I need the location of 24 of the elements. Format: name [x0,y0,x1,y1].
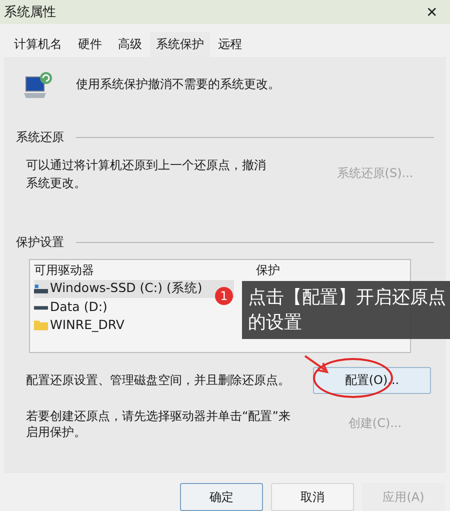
restore-description: 可以通过将计算机还原到上一个还原点，撤消系统更改。 [26,156,267,192]
drive-row[interactable]: WINRE_DRV [34,316,234,334]
drive-name: Windows-SSD (C:) (系统) [50,280,202,298]
tab[interactable]: 远程 [210,32,250,57]
drive-name: WINRE_DRV [50,317,124,332]
column-header: 可用驱动器 [34,262,95,280]
intro-text: 使用系统保护撤消不需要的系统更改。 [76,76,280,94]
column-header: 保护 [256,262,280,280]
folder-icon [34,318,48,331]
dialog-button[interactable]: 确定 [180,483,263,511]
drive-icon [34,282,48,295]
tab[interactable]: 硬件 [70,32,110,57]
close-button[interactable]: ✕ [422,4,442,20]
window-title: 系统属性 [4,4,56,21]
drive-name: Data (D:) [50,299,108,314]
annotation-tooltip: 点击【配置】开启还原点的设置 [242,281,450,339]
group-heading: 系统还原 [16,128,64,146]
configure-description: 配置还原设置、管理磁盘空间，并且删除还原点。 [26,372,290,389]
tab[interactable]: 系统保护 [150,32,210,57]
tab[interactable]: 计算机名 [6,32,70,57]
create-description: 若要创建还原点，请先选择驱动器并单击“配置”来启用保护。 [26,408,292,440]
group-heading: 保护设置 [16,234,64,251]
dialog-button[interactable]: 取消 [271,483,354,511]
tab[interactable]: 高级 [110,32,150,57]
